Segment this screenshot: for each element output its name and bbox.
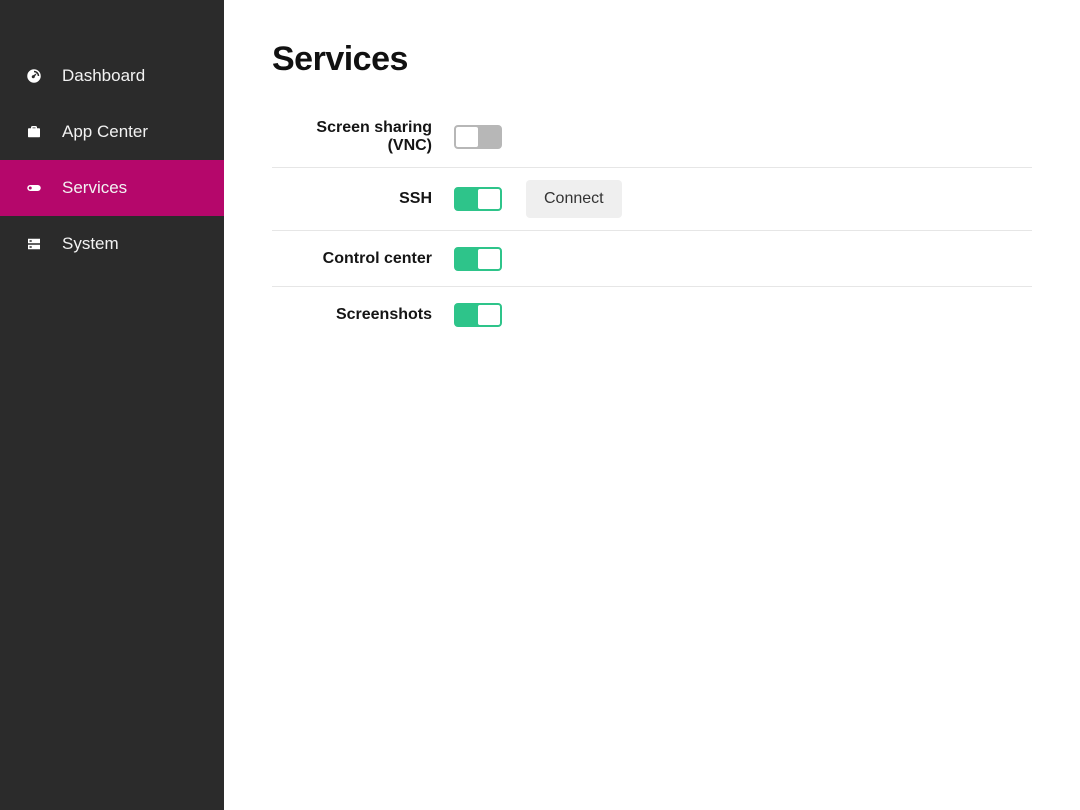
toggle-vnc[interactable] <box>454 125 502 149</box>
server-icon <box>24 234 44 254</box>
toggle-knob <box>478 305 500 325</box>
sidebar-item-services[interactable]: Services <box>0 160 224 216</box>
sidebar-item-dashboard[interactable]: Dashboard <box>0 48 224 104</box>
sidebar-item-label: System <box>62 234 119 254</box>
toggle-screenshots[interactable] <box>454 303 502 327</box>
toggle-knob <box>478 249 500 269</box>
service-row-vnc: Screen sharing (VNC) <box>272 107 1032 168</box>
connect-button[interactable]: Connect <box>526 180 622 218</box>
sidebar-item-system[interactable]: System <box>0 216 224 272</box>
service-label: Control center <box>272 250 454 268</box>
service-label: Screen sharing (VNC) <box>272 119 454 155</box>
gauge-icon <box>24 66 44 86</box>
service-row-screenshots: Screenshots <box>272 287 1032 343</box>
service-row-ssh: SSH Connect <box>272 168 1032 231</box>
toggle-icon <box>24 178 44 198</box>
toggle-ssh[interactable] <box>454 187 502 211</box>
briefcase-icon <box>24 122 44 142</box>
sidebar-item-app-center[interactable]: App Center <box>0 104 224 160</box>
toggle-knob <box>456 127 478 147</box>
main-content: Services Screen sharing (VNC) SSH Connec… <box>224 0 1080 810</box>
page-title: Services <box>272 40 1032 79</box>
sidebar-item-label: App Center <box>62 122 148 142</box>
service-row-control-center: Control center <box>272 231 1032 287</box>
sidebar: Dashboard App Center Services System <box>0 0 224 810</box>
service-actions: Connect <box>526 180 622 218</box>
sidebar-item-label: Dashboard <box>62 66 145 86</box>
service-label: Screenshots <box>272 306 454 324</box>
service-label: SSH <box>272 190 454 208</box>
toggle-knob <box>478 189 500 209</box>
toggle-control-center[interactable] <box>454 247 502 271</box>
services-list: Screen sharing (VNC) SSH Connect Control… <box>272 107 1032 343</box>
sidebar-item-label: Services <box>62 178 127 198</box>
